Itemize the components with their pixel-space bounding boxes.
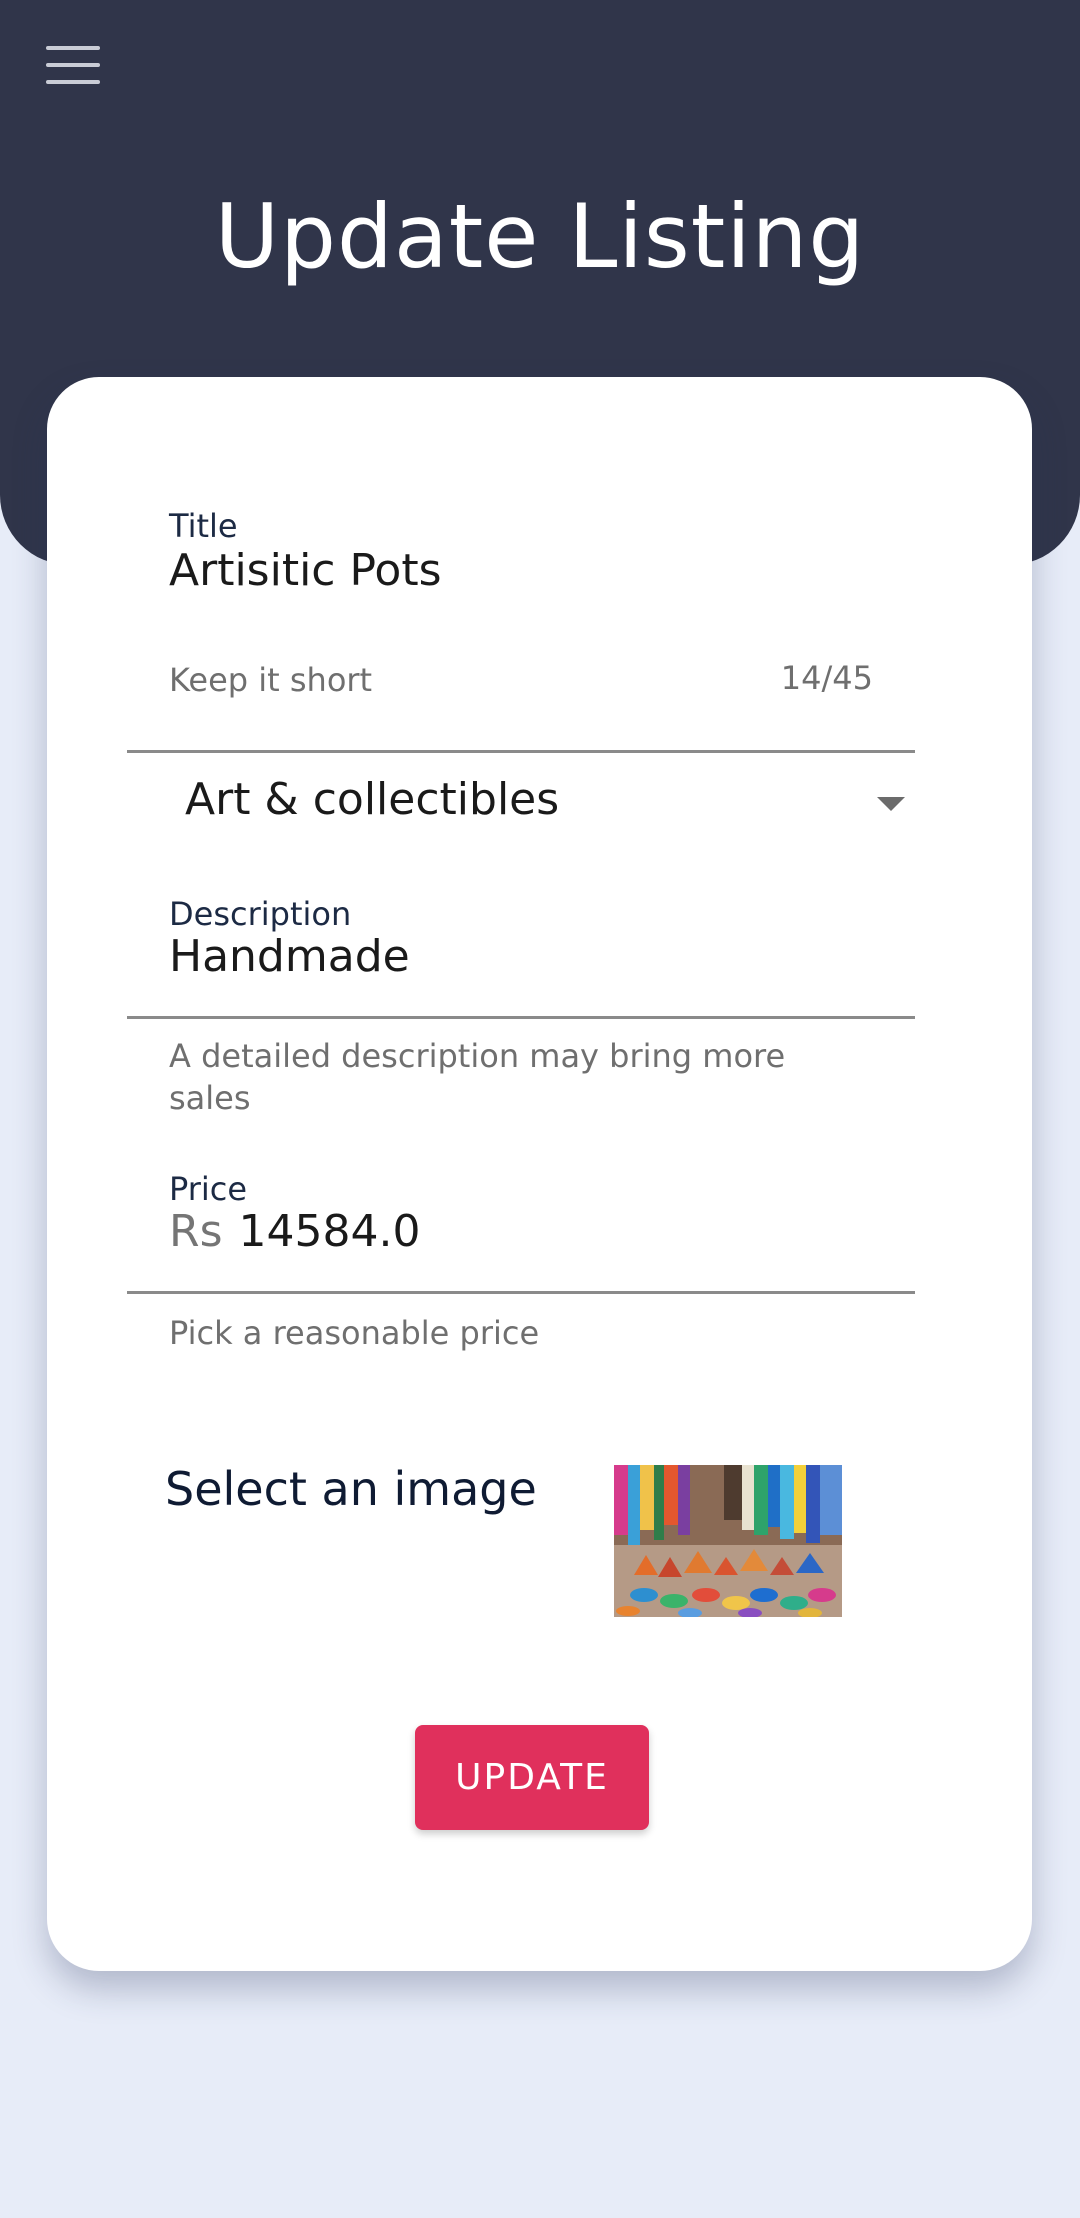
price-input[interactable]: 14584.0 <box>239 1206 421 1257</box>
description-label: Description <box>169 895 352 933</box>
price-helper-row: Pick a reasonable price <box>127 1312 915 1362</box>
title-input[interactable]: Artisitic Pots <box>169 545 442 596</box>
description-underline <box>127 1016 915 1019</box>
update-button[interactable]: UPDATE <box>415 1725 649 1830</box>
currency-prefix: Rs <box>169 1206 223 1257</box>
price-helper-text: Pick a reasonable price <box>169 1314 540 1352</box>
price-field[interactable]: Price Rs 14584.0 <box>127 1162 915 1302</box>
category-select[interactable]: Art & collectibles <box>127 750 915 850</box>
title-field[interactable]: Title Artisitic Pots <box>127 497 915 753</box>
title-helper-text: Keep it short <box>169 661 373 699</box>
description-helper-text: A detailed description may bring more sa… <box>169 1037 786 1117</box>
hamburger-menu-icon[interactable] <box>40 40 106 90</box>
price-label: Price <box>169 1170 248 1208</box>
description-field[interactable]: Description Handmade <box>127 887 915 1027</box>
title-char-counter: 14/45 <box>780 659 873 697</box>
page-title: Update Listing <box>214 185 866 288</box>
title-helper-row: Keep it short 14/45 <box>127 647 915 699</box>
listing-form-card: Title Artisitic Pots Keep it short 14/45… <box>47 377 1032 1971</box>
category-selected-value: Art & collectibles <box>185 774 560 825</box>
title-label: Title <box>169 507 238 545</box>
description-input[interactable]: Handmade <box>169 931 410 982</box>
market-pottery-thumbnail[interactable] <box>614 1465 842 1617</box>
description-helper-row: A detailed description may bring more sa… <box>127 1035 915 1125</box>
select-image-label[interactable]: Select an image <box>165 1462 537 1516</box>
price-input-row[interactable]: Rs 14584.0 <box>169 1206 420 1257</box>
price-underline <box>127 1291 915 1294</box>
dropdown-arrow-icon <box>877 797 905 811</box>
